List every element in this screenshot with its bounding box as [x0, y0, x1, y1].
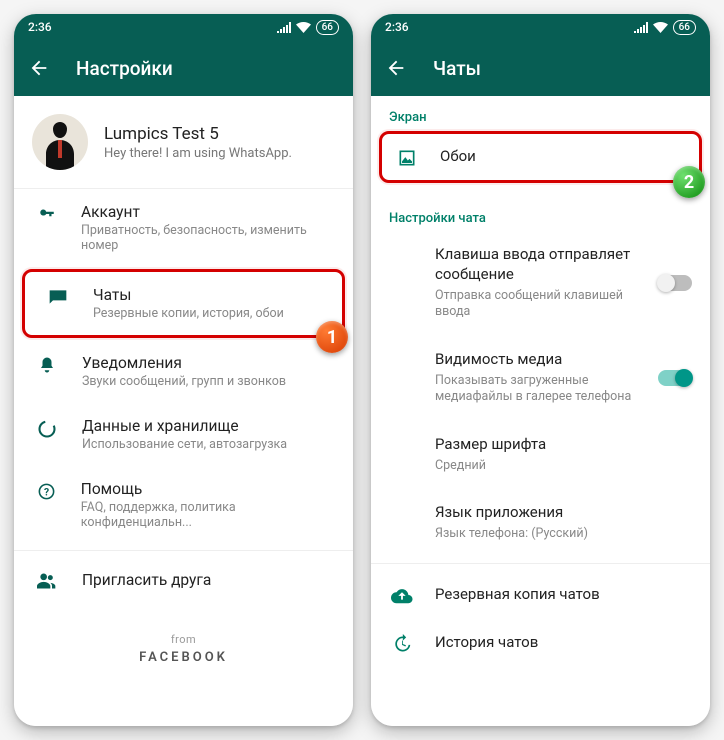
settings-item-help[interactable]: ? Помощь FAQ, поддержка, политика конфид… [14, 466, 353, 544]
chats-settings-content: Экран Обои 2 Настройки чата Клавиша ввод… [371, 96, 710, 726]
row-title: Резервная копия чатов [435, 584, 642, 604]
footer-from: from [14, 603, 353, 650]
item-title: Аккаунт [81, 203, 335, 221]
item-title: Помощь [81, 480, 335, 498]
settings-content: Lumpics Test 5 Hey there! I am using Wha… [14, 96, 353, 726]
avatar [32, 114, 88, 170]
row-chat-backup[interactable]: Резервная копия чатов [371, 570, 710, 618]
item-sub: FAQ, поддержка, политика конфиденциальн.… [81, 500, 335, 530]
phone-chats-settings: 2:36 66 Чаты Экран Обои [371, 14, 710, 726]
item-title: Чаты [93, 286, 284, 304]
bell-icon [36, 356, 58, 374]
switch-media-visibility[interactable] [658, 370, 692, 386]
settings-item-chats[interactable]: Чаты Резервные копии, история, обои [25, 272, 342, 335]
wifi-icon [653, 22, 668, 33]
signal-icon [277, 22, 291, 33]
battery-indicator: 66 [316, 20, 339, 35]
item-title: Пригласить друга [82, 571, 211, 589]
status-right: 66 [634, 20, 696, 35]
page-title: Чаты [433, 57, 481, 80]
row-title: Видимость медиа [435, 349, 642, 369]
row-sub: Показывать загруженные медиафайлы в гале… [435, 373, 642, 407]
wifi-icon [296, 22, 311, 33]
divider [371, 563, 710, 564]
row-title: Размер шрифта [435, 434, 642, 454]
settings-item-data[interactable]: Данные и хранилище Использование сети, а… [14, 403, 353, 466]
row-media-visibility[interactable]: Видимость медиа Показывать загруженные м… [371, 335, 710, 420]
app-bar: Настройки [14, 40, 353, 96]
status-bar: 2:36 66 [14, 14, 353, 40]
callout-1: 1 [316, 321, 348, 353]
item-title: Данные и хранилище [82, 417, 287, 435]
row-title: Обои [440, 146, 631, 166]
row-title: История чатов [435, 632, 642, 652]
profile-row[interactable]: Lumpics Test 5 Hey there! I am using Wha… [14, 96, 353, 189]
footer-brand: FACEBOOK [14, 650, 353, 695]
wallpaper-icon [396, 148, 418, 168]
status-time: 2:36 [385, 20, 409, 34]
row-sub: Отправка сообщений клавишей ввода [435, 288, 642, 322]
settings-item-account[interactable]: Аккаунт Приватность, безопасность, измен… [14, 189, 353, 267]
status-time: 2:36 [28, 20, 52, 34]
callout-2: 2 [673, 166, 705, 198]
divider [14, 550, 353, 551]
profile-text: Lumpics Test 5 Hey there! I am using Wha… [104, 124, 292, 161]
key-icon [36, 205, 57, 223]
status-bar: 2:36 66 [371, 14, 710, 40]
profile-status: Hey there! I am using WhatsApp. [104, 146, 292, 161]
back-button[interactable] [28, 57, 50, 79]
item-sub: Звуки сообщений, групп и звонков [82, 374, 286, 389]
app-bar: Чаты [371, 40, 710, 96]
signal-icon [634, 22, 648, 33]
row-title: Клавиша ввода отправляет сообщение [435, 244, 642, 285]
settings-item-notifications[interactable]: Уведомления Звуки сообщений, групп и зво… [14, 340, 353, 403]
row-chat-history[interactable]: История чатов [371, 618, 710, 668]
item-sub: Приватность, безопасность, изменить номе… [81, 223, 335, 253]
row-sub: Средний [435, 458, 642, 475]
svg-text:?: ? [44, 485, 49, 498]
item-sub: Использование сети, автозагрузка [82, 437, 287, 452]
row-app-language[interactable]: Язык приложения Язык телефона: (Русский) [371, 488, 710, 556]
battery-indicator: 66 [673, 20, 696, 35]
phone-settings: 2:36 66 Настройки Lumpics Test 5 Hey the… [14, 14, 353, 726]
item-sub: Резервные копии, история, обои [93, 306, 284, 321]
back-button[interactable] [385, 57, 407, 79]
cloud-upload-icon [391, 586, 413, 604]
highlight-chats: Чаты Резервные копии, история, обои 1 [22, 269, 345, 338]
row-title: Язык приложения [435, 502, 642, 522]
settings-item-invite[interactable]: Пригласить друга [14, 557, 353, 603]
item-title: Уведомления [82, 354, 286, 372]
row-font-size[interactable]: Размер шрифта Средний [371, 420, 710, 488]
page-title: Настройки [76, 57, 173, 80]
profile-name: Lumpics Test 5 [104, 124, 292, 144]
row-sub: Язык телефона: (Русский) [435, 526, 642, 543]
status-right: 66 [277, 20, 339, 35]
row-enter-sends[interactable]: Клавиша ввода отправляет сообщение Отпра… [371, 230, 710, 335]
section-chat-settings: Настройки чата [371, 197, 710, 230]
history-icon [391, 634, 413, 654]
highlight-wallpaper: Обои 2 [379, 131, 702, 183]
switch-enter-sends[interactable] [658, 275, 692, 291]
row-wallpaper[interactable]: Обои [382, 134, 699, 180]
chat-icon [47, 288, 69, 306]
data-usage-icon [36, 419, 58, 439]
people-icon [36, 573, 58, 589]
section-screen: Экран [371, 96, 710, 129]
help-icon: ? [36, 482, 57, 501]
